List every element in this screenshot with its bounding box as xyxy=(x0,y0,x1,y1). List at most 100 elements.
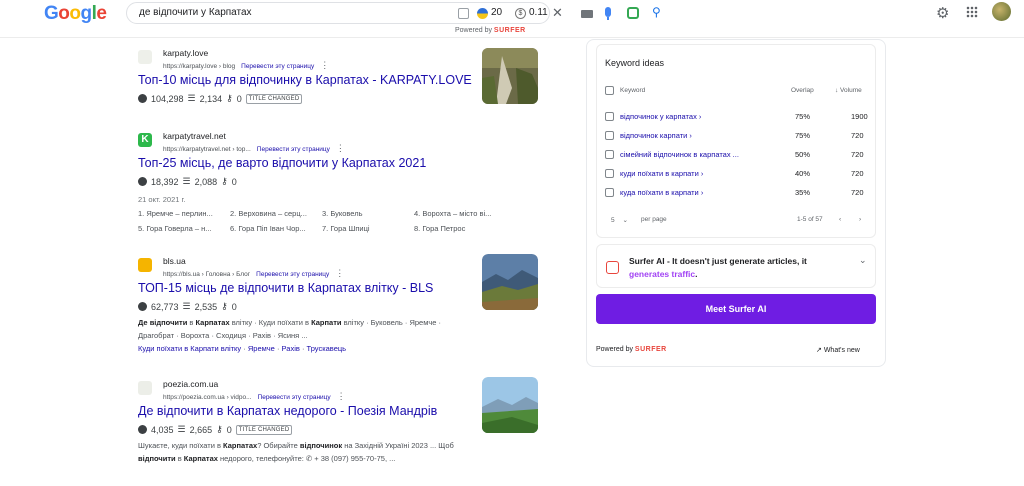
powered-by-surfer[interactable]: Powered by SURFER xyxy=(455,27,526,34)
traffic-value: 18,392 xyxy=(151,176,179,187)
cpc-value: 0.11 xyxy=(529,7,548,18)
keyword-link[interactable]: відпочинок карпати › xyxy=(620,131,692,140)
surfer-side-panel: Keyword ideas Keyword Overlap ↓ Volume в… xyxy=(586,39,886,367)
prev-page-icon[interactable]: ‹ xyxy=(839,216,841,223)
site-url: https://karpatytravel.net › top... Переве… xyxy=(163,143,345,153)
list-item[interactable]: 8. Гора Петрос xyxy=(414,224,514,233)
list-item[interactable]: 7. Гора Шпиці xyxy=(322,224,414,233)
surfer-logo: SURFER xyxy=(493,27,526,34)
keywords-value: 0 xyxy=(231,301,237,312)
search-box[interactable]: де відпочити у Карпатах 20 $ 0.11 ✕ ⚲ xyxy=(126,2,661,24)
result-source[interactable]: K karpatytravel.net https://karpatytrave… xyxy=(138,131,514,153)
whats-new-link[interactable]: ↗ What's new xyxy=(816,346,860,354)
keyword-row: відпочинок карпати › 75% 720 xyxy=(605,131,869,145)
overlap-value: 75% xyxy=(795,131,811,140)
result-snippet: Де відпочити в Карпатах влітку · Куди по… xyxy=(138,318,442,340)
col-keyword[interactable]: Keyword xyxy=(620,87,645,94)
google-logo[interactable]: Google xyxy=(44,3,107,25)
site-name: karpaty.love xyxy=(163,48,209,58)
list-item[interactable]: 5. Гора Говерла – н... xyxy=(138,224,230,233)
more-icon[interactable]: ⋮ xyxy=(337,391,346,401)
more-icon[interactable]: ⋮ xyxy=(335,268,344,278)
per-page-select[interactable]: 5 ⌄ xyxy=(611,216,628,224)
row-checkbox[interactable] xyxy=(605,131,614,140)
list-item[interactable]: 2. Верховина – серц... xyxy=(230,209,322,218)
overlap-value: 35% xyxy=(795,188,811,197)
keyword-row: куда поїхати в карпати › 35% 720 xyxy=(605,188,869,202)
avatar[interactable] xyxy=(992,2,1011,21)
sitelink[interactable]: Куди поїхати в Карпати влітку xyxy=(138,344,241,353)
result-thumbnail-mountains[interactable] xyxy=(482,254,538,310)
result-source[interactable]: karpaty.love https://karpaty.love › blog… xyxy=(138,48,472,70)
keyboard-icon[interactable] xyxy=(581,10,593,18)
more-icon[interactable]: ⋮ xyxy=(320,60,329,70)
list-item[interactable]: 6. Гора Піп Іван Чор... xyxy=(230,224,322,233)
list-item[interactable]: 1. Яремче – перлин... xyxy=(138,209,230,218)
keyword-link[interactable]: сімейний відпочинок в карпатах ... xyxy=(620,150,739,159)
meet-surfer-ai-button[interactable]: Meet Surfer AI xyxy=(596,294,876,324)
clear-icon[interactable]: ✕ xyxy=(552,5,563,21)
microphone-icon[interactable] xyxy=(605,7,611,20)
powered-by-surfer[interactable]: Powered by SURFER xyxy=(596,346,667,353)
keyword-link[interactable]: відпочинок у карпатах › xyxy=(620,112,701,121)
site-name: poezia.com.ua xyxy=(163,379,219,389)
search-icon[interactable]: ⚲ xyxy=(652,5,661,19)
row-checkbox[interactable] xyxy=(605,169,614,178)
favicon-icon: K xyxy=(138,133,152,147)
powered-by-label: Powered by xyxy=(455,27,492,34)
result-title[interactable]: Топ-25 місць, де варто відпочити у Карпа… xyxy=(138,156,514,170)
keyword-row: куди поїхати в карпати › 40% 720 xyxy=(605,169,869,183)
external-link-icon: ↗ xyxy=(816,347,822,354)
surfer-ai-card[interactable]: Surfer AI - It doesn't just generate art… xyxy=(596,244,876,288)
select-all-checkbox[interactable] xyxy=(605,86,614,95)
result-metrics: 104,298 ☰ 2,134 ⚷ 0 TITLE CHANGED xyxy=(138,93,472,104)
next-page-icon[interactable]: › xyxy=(859,216,861,223)
result-source[interactable]: bls.ua https://bls.ua › Головна › Блог Пе… xyxy=(138,256,456,278)
result-title[interactable]: ТОП-15 місць де відпочити в Карпатах влі… xyxy=(138,281,456,295)
key-icon: ⚷ xyxy=(221,176,228,186)
search-result: K karpatytravel.net https://karpatytrave… xyxy=(138,131,514,233)
translate-link[interactable]: Перевести эту страницу xyxy=(258,394,331,401)
lens-icon[interactable] xyxy=(627,7,639,19)
key-icon: ⚷ xyxy=(216,424,223,434)
row-checkbox[interactable] xyxy=(605,150,614,159)
more-icon[interactable]: ⋮ xyxy=(336,143,345,153)
result-thumbnail-landscape[interactable] xyxy=(482,377,538,433)
col-overlap[interactable]: Overlap xyxy=(791,87,814,94)
surfer-ai-icon xyxy=(606,261,619,274)
translate-link[interactable]: Перевести эту страницу xyxy=(241,63,314,70)
result-title[interactable]: Де відпочити в Карпатах недорого - Поезі… xyxy=(138,404,456,418)
traffic-icon xyxy=(138,302,147,311)
translate-link[interactable]: Перевести эту страницу xyxy=(257,146,330,153)
apps-grid-icon[interactable] xyxy=(966,6,978,18)
search-input[interactable]: де відпочити у Карпатах xyxy=(139,7,252,18)
flag-count: 20 xyxy=(491,7,503,18)
list-item[interactable]: 4. Ворохта – місто ві... xyxy=(414,209,514,218)
row-checkbox[interactable] xyxy=(605,112,614,121)
select-checkbox[interactable] xyxy=(458,8,469,19)
title-changed-badge: TITLE CHANGED xyxy=(235,424,293,435)
list-item[interactable]: 3. Буковель xyxy=(322,209,414,218)
sitelink[interactable]: Трускавець xyxy=(307,344,347,353)
result-metrics: 4,035 ☰ 2,665 ⚷ 0 TITLE CHANGED xyxy=(138,424,456,435)
result-date: 21 окт. 2021 г. xyxy=(138,195,186,204)
chevron-down-icon[interactable]: ⌄ xyxy=(859,255,867,266)
volume-value: 720 xyxy=(851,188,864,197)
sitelink[interactable]: Рахів xyxy=(282,344,300,353)
translate-link[interactable]: Перевести эту страницу xyxy=(256,271,329,278)
page-range: 1-5 of 57 xyxy=(797,216,823,223)
keyword-link[interactable]: куда поїхати в карпати › xyxy=(620,188,703,197)
col-volume[interactable]: ↓ Volume xyxy=(835,87,862,94)
keyword-link[interactable]: куди поїхати в карпати › xyxy=(620,169,703,178)
search-result: poezia.com.ua https://poezia.com.ua › vi… xyxy=(138,379,456,465)
row-checkbox[interactable] xyxy=(605,188,614,197)
volume-value: 720 xyxy=(851,169,864,178)
result-title[interactable]: Топ-10 місць для відпочинку в Карпатах -… xyxy=(138,73,472,87)
result-source[interactable]: poezia.com.ua https://poezia.com.ua › vi… xyxy=(138,379,456,401)
title-changed-badge: TITLE CHANGED xyxy=(245,93,303,104)
traffic-value: 104,298 xyxy=(151,93,184,104)
result-thumbnail-waterfall[interactable] xyxy=(482,48,538,104)
words-value: 2,535 xyxy=(194,301,218,312)
sitelink[interactable]: Яремче xyxy=(248,344,275,353)
gear-icon[interactable]: ⚙ xyxy=(936,4,949,22)
